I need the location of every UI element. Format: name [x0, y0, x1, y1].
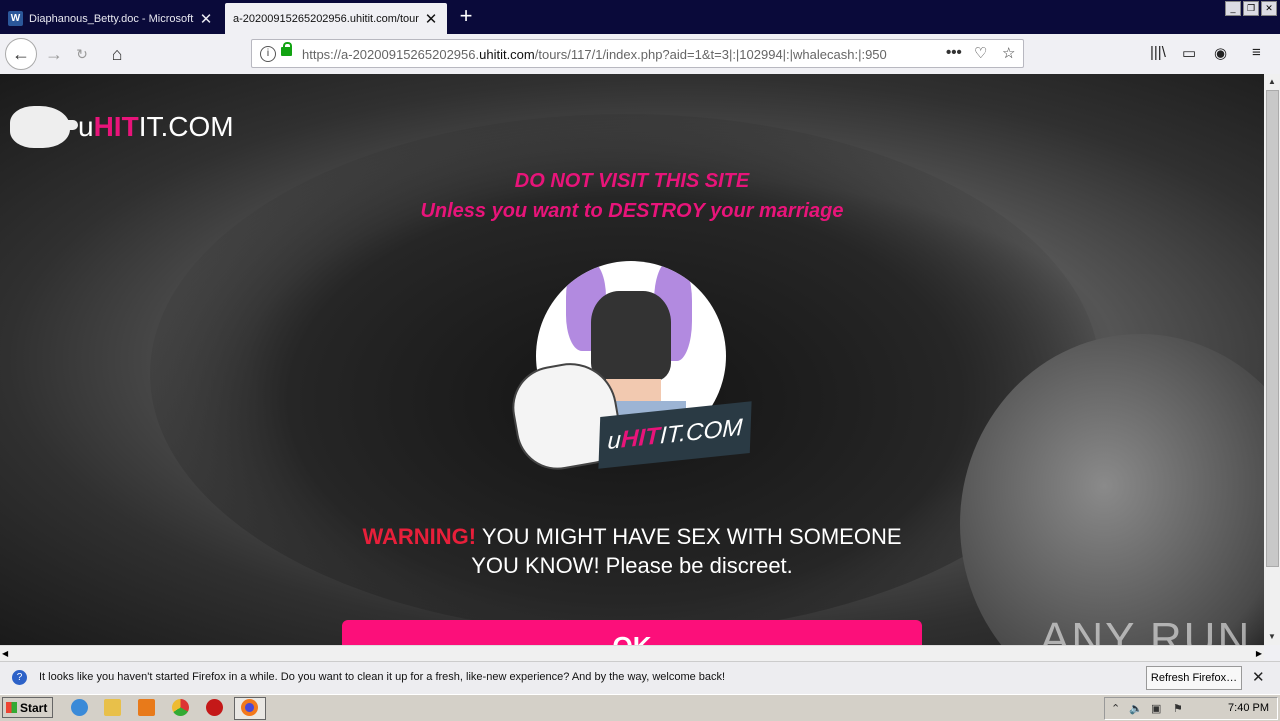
account-icon[interactable]: ◉ — [1214, 44, 1227, 62]
close-notification-icon[interactable]: ✕ — [1252, 668, 1265, 686]
firefox-taskbar-button[interactable] — [234, 697, 266, 720]
scroll-down-icon[interactable]: ▼ — [1264, 629, 1280, 645]
pointing-hand-icon — [10, 106, 78, 148]
tab-uhitit[interactable]: a-20200915265202956.uhitit.com/tour ✕ — [225, 3, 447, 34]
notification-message: It looks like you haven't started Firefo… — [39, 671, 726, 683]
system-tray: ⌃ 🔈 ▣ ⚑ 7:40 PM — [1104, 697, 1278, 720]
scrollbar-thumb[interactable] — [1266, 90, 1279, 567]
page-actions-icon[interactable]: ••• — [946, 44, 962, 61]
refresh-firefox-button[interactable]: Refresh Firefox… — [1146, 666, 1242, 690]
scroll-up-icon[interactable]: ▲ — [1264, 74, 1280, 90]
tab-title: Diaphanous_Betty.doc - Microsoft — [29, 12, 194, 25]
tray-expand-icon[interactable]: ⌃ — [1111, 702, 1120, 715]
forward-button[interactable]: → — [40, 40, 68, 68]
close-window-button[interactable]: ✕ — [1261, 1, 1277, 16]
library-icon[interactable]: |||\ — [1150, 44, 1166, 61]
headline-secondary: Unless you want to DESTROY your marriage — [420, 200, 844, 222]
close-tab-icon[interactable]: ✕ — [198, 10, 214, 28]
reload-icon[interactable]: ↻ — [68, 40, 96, 68]
taskbar: Start ⌃ 🔈 ▣ ⚑ 7:40 PM — [0, 694, 1280, 721]
page-content: uHITIT.COM DO NOT VISIT THIS SITE Unless… — [0, 74, 1264, 645]
navigation-toolbar: ← → ↻ ⌂ i https://a-20200915265202956.uh… — [0, 34, 1280, 75]
minimize-button[interactable]: _ — [1225, 1, 1241, 16]
url-bar[interactable]: i https://a-20200915265202956.uhitit.com… — [251, 39, 1024, 68]
headline-primary: DO NOT VISIT THIS SITE — [514, 170, 750, 192]
scroll-left-icon[interactable]: ◀ — [2, 646, 8, 662]
firefox-icon — [241, 699, 258, 716]
pocket-icon[interactable]: ♡ — [974, 44, 987, 62]
word-icon: W — [8, 11, 23, 26]
chrome-icon[interactable] — [172, 699, 189, 716]
url-text[interactable]: https://a-20200915265202956.uhitit.com/t… — [302, 47, 907, 62]
tab-word-document[interactable]: W Diaphanous_Betty.doc - Microsoft ✕ — [0, 3, 222, 34]
warning-message: WARNING! YOU MIGHT HAVE SEX WITH SOMEONE… — [362, 524, 902, 578]
info-icon[interactable]: i — [260, 46, 276, 62]
opera-icon[interactable] — [206, 699, 223, 716]
window-controls: _ ❐ ✕ — [1225, 1, 1277, 16]
horizontal-scrollbar[interactable]: ◀ ▶ — [0, 645, 1264, 662]
sidebar-icon[interactable]: ▭ — [1182, 44, 1196, 62]
ok-button[interactable]: OK — [342, 620, 922, 645]
volume-icon[interactable]: 🔈 — [1129, 702, 1143, 715]
media-player-icon[interactable] — [138, 699, 155, 716]
lock-icon[interactable] — [281, 42, 292, 56]
restore-button[interactable]: ❐ — [1243, 1, 1259, 16]
notification-bar: ? It looks like you haven't started Fire… — [0, 661, 1280, 694]
tab-title: a-20200915265202956.uhitit.com/tour — [233, 12, 419, 25]
warning-label: WARNING! — [362, 524, 477, 549]
menu-icon[interactable]: ≡ — [1252, 44, 1261, 61]
close-tab-icon[interactable]: ✕ — [423, 10, 439, 28]
question-icon: ? — [12, 670, 27, 685]
back-button[interactable]: ← — [5, 38, 37, 70]
start-button[interactable]: Start — [2, 697, 53, 718]
tab-strip: W Diaphanous_Betty.doc - Microsoft ✕ a-2… — [0, 0, 1280, 34]
flag-icon[interactable]: ⚑ — [1173, 702, 1183, 715]
site-logo[interactable]: uHITIT.COM — [10, 106, 234, 148]
explorer-icon[interactable] — [104, 699, 121, 716]
new-tab-button[interactable]: + — [452, 4, 480, 30]
network-icon[interactable]: ▣ — [1151, 702, 1161, 715]
home-button[interactable]: ⌂ — [103, 40, 131, 68]
logo-text: uHITIT.COM — [78, 111, 234, 142]
vertical-scrollbar[interactable]: ▲ ▼ — [1264, 74, 1280, 645]
ie-icon[interactable] — [71, 699, 88, 716]
anyrun-watermark: ANY RUN — [1040, 614, 1252, 645]
bookmark-star-icon[interactable]: ☆ — [1002, 44, 1015, 62]
clock: 7:40 PM — [1228, 702, 1269, 714]
scroll-right-icon[interactable]: ▶ — [1256, 646, 1262, 662]
